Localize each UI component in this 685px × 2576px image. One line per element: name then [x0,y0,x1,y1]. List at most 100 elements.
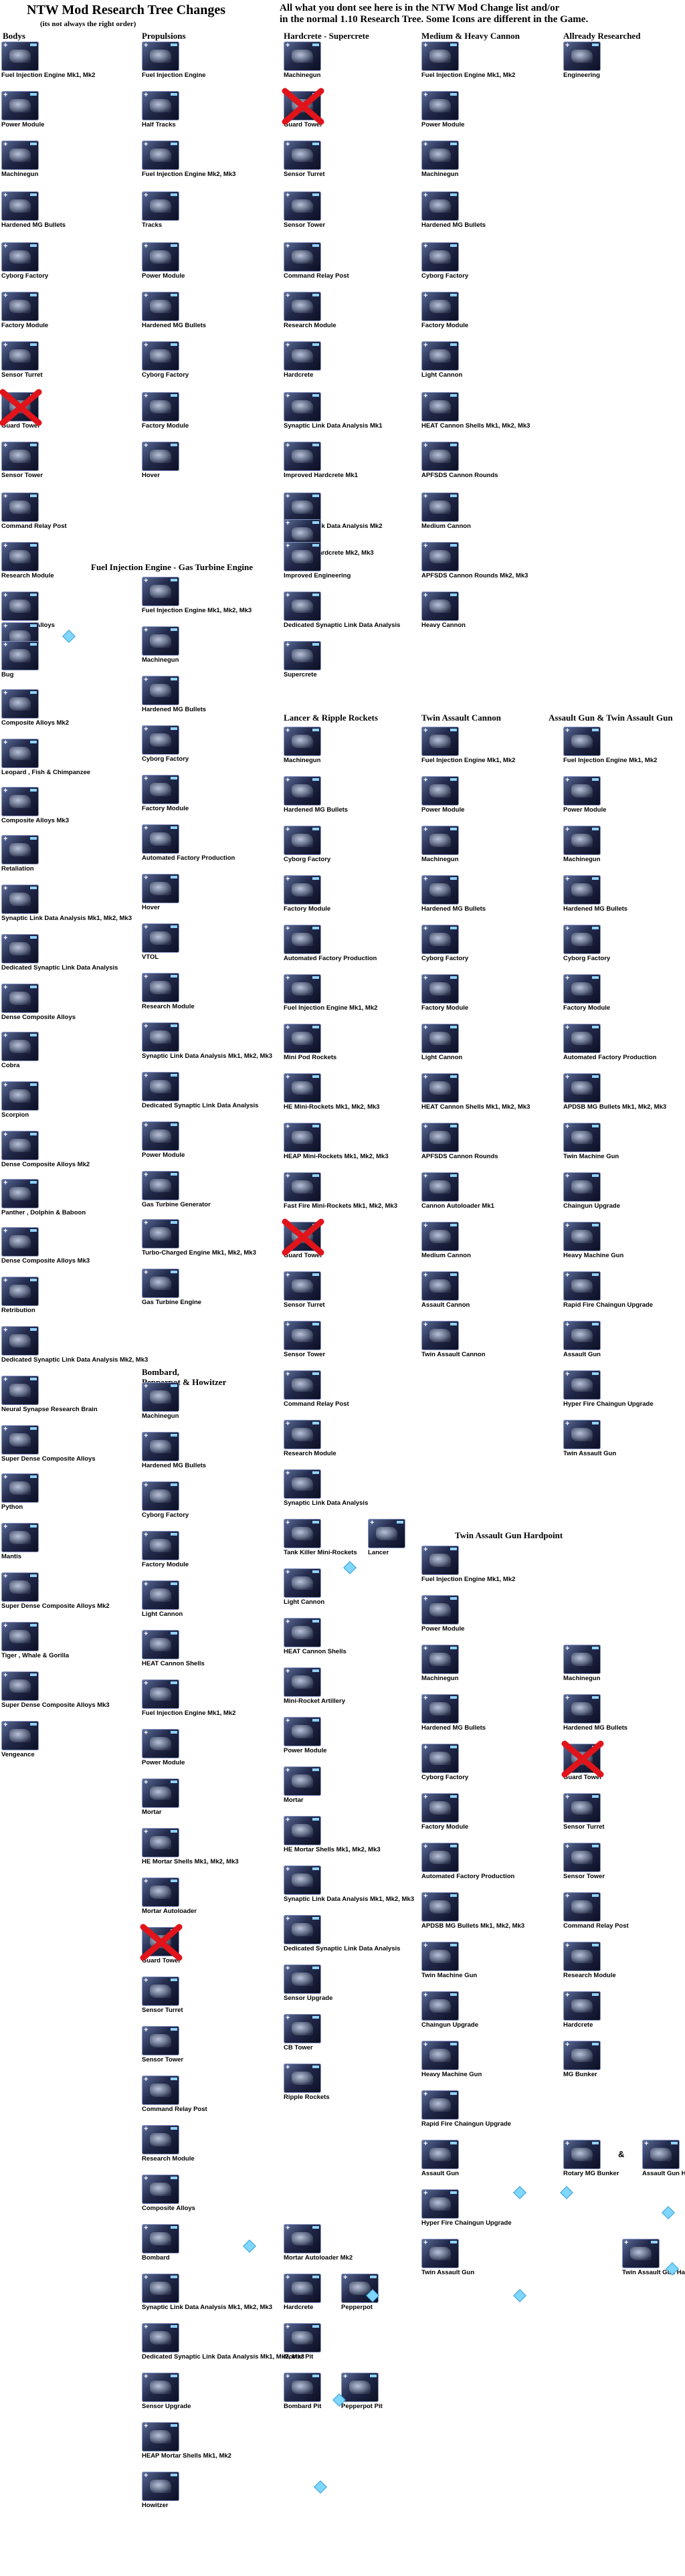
unit-icon [429,1900,451,1914]
unit-icon [150,931,171,945]
tech-item-j12: + Rapid Fire Chaingun Upgrade [563,1271,684,1309]
plus-icon: + [286,1172,290,1180]
tech-label: Twin Machine Gun [421,1972,478,1979]
tech-label: Turbo-Charged Engine Mk1, Mk2, Mk3 [142,1249,256,1257]
plus-icon: + [286,1469,290,1477]
tech-item-a31: + Python [1,1473,122,1511]
indicator-icon [450,1075,457,1078]
indicator-icon [450,1993,457,1996]
plus-icon: + [144,2224,149,2232]
unit-icon [150,1687,171,1701]
tech-item-a02: + Power Module [1,91,122,128]
indicator-icon [30,544,37,547]
indicator-icon [450,1026,457,1028]
plus-icon: + [144,1432,149,1440]
tech-item-l05: + Sensor Tower [563,1843,684,1880]
indicator-icon [171,2127,177,2130]
unit-icon [292,400,313,413]
plus-icon: + [286,2063,290,2072]
unit-icon [429,982,451,996]
unit-icon [429,2148,451,2161]
plus-icon: + [286,1618,290,1626]
tech-icon: + [1,1277,39,1306]
unit-icon [150,684,171,697]
tech-icon: + [284,1271,321,1301]
tech-icon: + [284,2274,321,2303]
tech-icon: + [142,824,179,854]
tech-label: Machinegun [142,1412,179,1420]
tech-icon: + [284,2323,321,2353]
unit-icon [630,2247,652,2260]
indicator-icon [171,2078,177,2080]
indicator-icon [592,2043,599,2045]
indicator-icon [450,1224,457,1226]
tech-icon: + [421,1942,459,1971]
indicator-icon [450,778,457,781]
plus-icon: + [565,1420,570,1428]
unit-icon [292,1873,313,1887]
tech-icon: + [284,442,321,471]
plus-icon: + [144,1729,149,1737]
tech-item-k06: + Factory Module [421,1793,542,1831]
tech-icon: + [421,41,459,71]
tech-icon: + [1,1032,39,1061]
tech-item-f03: + Hardened MG Bullets [142,676,262,713]
unit-icon [571,735,593,748]
tech-item-g16: + Research Module [142,2125,262,2163]
plus-icon: + [144,2125,149,2133]
tech-label: Machinegun [421,1675,459,1682]
unit-icon [429,2197,451,2211]
tech-item-g13: + Sensor Turret [142,1976,262,2014]
unit-icon [150,2232,171,2245]
tech-label: Cyborg Factory [284,856,331,863]
unit-icon [571,1032,593,1045]
indicator-icon [30,1624,37,1627]
tech-icon: + [421,826,459,855]
plus-icon: + [144,824,149,832]
tech-label: CB Tower [284,2044,313,2051]
tech-item-c08: + Synaptic Link Data Analysis Mk1 [284,392,404,430]
indicator-icon [312,2325,319,2328]
tech-icon: + [142,2472,179,2501]
tech-icon: + [421,1123,459,1152]
tech-item-g07: + Fuel Injection Engine Mk1, Mk2 [142,1679,262,1717]
tech-icon: + [421,2140,459,2169]
plus-icon: + [565,1744,570,1752]
plus-icon: + [286,641,290,649]
tech-icon: + [1,141,39,170]
tech-label: Machinegun [142,656,179,664]
tech-item-i13: + Twin Assault Cannon [421,1321,542,1358]
tech-icon: + [421,2239,459,2268]
tech-icon: + [284,641,321,670]
unit-icon [150,1030,171,1044]
tech-item-b01: + Fuel Injection Engine [142,41,262,79]
plus-icon: + [3,885,8,893]
tech-item-g10: + HE Mortar Shells Mk1, Mk2, Mk3 [142,1828,262,1865]
unit-icon [150,634,171,648]
tech-icon: + [1,1671,39,1701]
tech-item-g21: + Sensor Upgrade [142,2373,262,2410]
tech-item-b03: + Fuel Injection Engine Mk2, Mk3 [142,141,262,178]
tech-item-h35: + Pepperpot Pit [341,2373,462,2410]
tech-icon: + [421,1172,459,1202]
tech-item-g08: + Power Module [142,1729,262,1766]
indicator-icon [171,1483,177,1486]
plus-icon: + [3,242,8,250]
tech-icon: + [142,341,179,371]
plus-icon: + [144,1171,149,1179]
plus-icon: + [286,392,290,400]
plus-icon: + [423,1073,428,1081]
tech-item-h28: + CB Tower [284,2014,404,2051]
tech-icon: + [1,787,39,816]
tech-label: Composite Alloys Mk2 [1,719,70,727]
unit-icon [292,1675,313,1689]
tech-item-h32: + Pepperpot [341,2274,462,2311]
plus-icon: + [624,2239,629,2247]
plus-icon: + [423,1645,428,1653]
indicator-icon [592,43,599,46]
indicator-icon [312,1669,319,1672]
tech-label: Cyborg Factory [142,371,189,379]
tech-icon: + [284,1667,321,1697]
indicator-icon [30,1133,37,1135]
tech-label: Hardened MG Bullets [563,905,628,913]
